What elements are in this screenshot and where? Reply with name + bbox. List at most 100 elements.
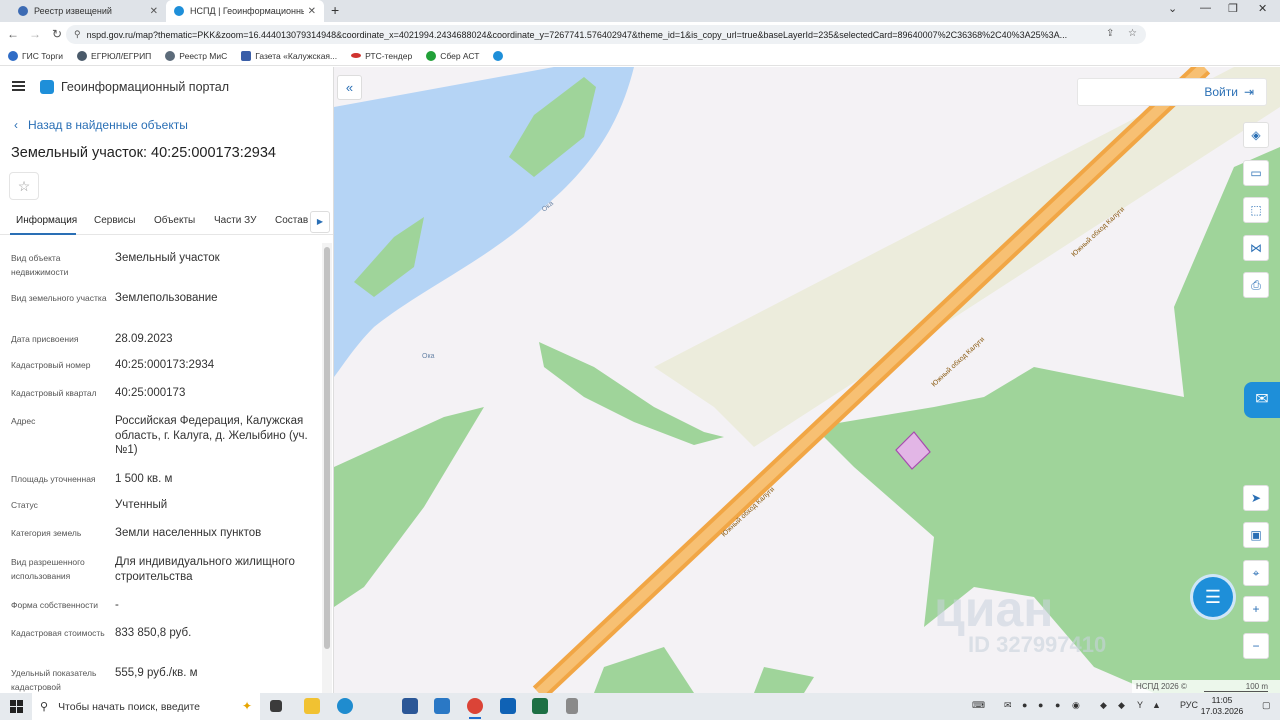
zoom-out-button[interactable]: −	[1243, 633, 1269, 659]
select-area-icon: ⬚	[1250, 203, 1262, 217]
property-label: Удельный показатель кадастровой	[11, 668, 97, 692]
property-label: Форма собственности	[11, 600, 98, 610]
back-to-results-link[interactable]: ‹ Назад в найденные объекты	[14, 118, 188, 132]
tab-search-icon[interactable]: ⌄	[1168, 2, 1177, 15]
tray-app-icon[interactable]: ◆	[1100, 700, 1107, 711]
task-view-icon[interactable]	[270, 700, 282, 712]
url-field[interactable]: ⚲ nspd.gov.ru/map?thematic=PKK&zoom=16.4…	[66, 25, 1146, 44]
close-tab-icon[interactable]: ✕	[308, 6, 316, 17]
outlook-icon[interactable]	[500, 698, 516, 714]
tray-app-icon[interactable]: ◆	[1118, 700, 1125, 711]
word-icon[interactable]	[402, 698, 418, 714]
nspd-favicon-icon	[174, 6, 184, 16]
taskbar-search[interactable]: ⚲ Чтобы начать поиск, введите ✦	[32, 693, 260, 720]
favorite-button[interactable]: ☆	[9, 172, 39, 200]
collapse-panel-button[interactable]: «	[337, 75, 362, 100]
chat-widget-button[interactable]: ☰	[1193, 577, 1233, 617]
login-button[interactable]: Войти ⇥	[1204, 85, 1254, 99]
tray-app-icon[interactable]: ◉	[1072, 700, 1080, 711]
locate-button[interactable]: ⌖	[1243, 560, 1269, 586]
back-arrow-icon[interactable]: ←	[4, 27, 22, 41]
bookmark-rts[interactable]: РТС-тендер	[351, 51, 412, 61]
measure-button[interactable]: ▭	[1243, 160, 1269, 186]
feedback-badge[interactable]: ✉	[1244, 382, 1280, 418]
print-button[interactable]: ⎙	[1243, 272, 1269, 298]
active-tab-indicator	[10, 233, 76, 235]
taskbar-clock[interactable]: 11:05 17.03.2026	[1200, 695, 1244, 717]
bookmark-reestr-mis[interactable]: Реестр МиС	[165, 50, 227, 61]
bookmark-star-icon[interactable]: ☆	[1128, 28, 1137, 39]
layers-button[interactable]: ◈	[1243, 122, 1269, 148]
bookmark-gis-torgi[interactable]: ГИС Торги	[8, 50, 64, 61]
property-label: Вид объекта недвижимости	[11, 253, 69, 277]
panel-scrollbar-thumb[interactable]	[324, 247, 330, 649]
tab-services[interactable]: Сервисы	[94, 215, 135, 226]
tray-yandex-icon[interactable]: Y	[1137, 700, 1143, 710]
zoom-in-button[interactable]: +	[1243, 596, 1269, 622]
chrome-icon[interactable]	[467, 698, 483, 719]
search-icon: ⚲	[40, 701, 49, 713]
chevron-left-icon: ‹	[14, 118, 18, 132]
property-value: 40:25:000173	[115, 387, 186, 399]
forward-arrow-icon[interactable]: →	[26, 27, 44, 41]
select-area-button[interactable]: ⬚	[1243, 197, 1269, 223]
tab-info[interactable]: Информация	[16, 215, 77, 226]
tray-keyboard-icon[interactable]: ⌨	[972, 700, 985, 711]
notifications-icon[interactable]: ▢	[1262, 700, 1271, 711]
chat-icon: ✉	[1255, 391, 1269, 408]
hamburger-menu-icon[interactable]	[12, 81, 25, 91]
reload-icon[interactable]: ↻	[48, 27, 66, 41]
property-value: Для индивидуального жилищного строительс…	[115, 556, 295, 583]
minimize-icon[interactable]: —	[1200, 2, 1211, 14]
taskbar: ⚲ Чтобы начать поиск, введите ✦ ⌨ ✉ ● ● …	[0, 693, 1280, 720]
browser-tab-nspd[interactable]: НСПД | Геоинформационный п ✕	[166, 0, 324, 22]
info-tabs: Информация Сервисы Объекты Части ЗУ Сост…	[0, 209, 333, 235]
restore-icon[interactable]: ❐	[1228, 2, 1238, 15]
bookmark-label: ГИС Торги	[22, 50, 64, 61]
document-icon[interactable]	[566, 698, 578, 714]
tab-composition[interactable]: Состав	[275, 215, 308, 226]
browser-tab-registry[interactable]: Реестр извещений ✕	[10, 0, 166, 22]
bookmark-label: Газета «Калужская...	[255, 50, 338, 61]
bookmark-label: Сбер АСТ	[440, 50, 480, 61]
tray-app-icon[interactable]: ●	[1038, 700, 1043, 710]
bookmark-nspd[interactable]	[493, 50, 507, 61]
property-value: 833 850,8 руб.	[115, 627, 192, 639]
property-label: Статус	[11, 500, 38, 510]
chat-bubble-icon: ☰	[1204, 587, 1222, 607]
copyright-text: НСПД 2026 ©	[1136, 682, 1187, 691]
tray-chat-icon[interactable]: ✉	[1004, 700, 1012, 711]
site-info-icon[interactable]: ⚲	[74, 29, 81, 40]
tray-app-icon[interactable]: ●	[1055, 700, 1060, 710]
file-explorer-icon[interactable]	[304, 698, 320, 714]
share-button[interactable]: ⋈	[1243, 235, 1269, 261]
bookmark-gazeta[interactable]: Газета «Калужская...	[241, 50, 338, 61]
bookmark-egrul[interactable]: ЕГРЮЛ/ЕГРИП	[77, 50, 151, 61]
browser-tab-strip: Реестр извещений ✕ НСПД | Геоинформацион…	[0, 0, 1280, 22]
tray-network-icon[interactable]: ▲	[1152, 700, 1161, 710]
minimap-button[interactable]: ▣	[1243, 522, 1269, 548]
bookmark-sber-ast[interactable]: Сбер АСТ	[426, 50, 480, 61]
property-label: Кадастровый квартал	[11, 388, 97, 398]
share-page-icon[interactable]: ⇪	[1106, 28, 1114, 39]
windows-start-icon[interactable]	[10, 700, 23, 713]
property-label: Площадь уточненная	[11, 474, 96, 484]
edge-icon[interactable]	[337, 698, 353, 714]
close-window-icon[interactable]: ✕	[1258, 2, 1267, 15]
object-info-panel: Геоинформационный портал ‹ Назад в найде…	[0, 67, 334, 693]
tab-objects[interactable]: Объекты	[154, 215, 195, 226]
minus-icon: −	[1252, 639, 1260, 653]
close-tab-icon[interactable]: ✕	[150, 6, 158, 17]
tray-app-icon[interactable]: ●	[1022, 700, 1027, 710]
mail-icon[interactable]	[434, 698, 450, 714]
geolocation-button[interactable]: ➤	[1243, 485, 1269, 511]
excel-icon[interactable]	[532, 698, 548, 714]
tab-parts[interactable]: Части ЗУ	[214, 215, 256, 226]
tabs-scroll-right-button[interactable]: ▶	[310, 211, 330, 233]
layers-icon: ◈	[1251, 128, 1261, 142]
new-tab-button[interactable]: +	[331, 2, 339, 18]
share-icon: ⋈	[1250, 241, 1262, 255]
map-canvas[interactable]: Ока Ока Южный обход Калуги Южный обход К…	[334, 67, 1280, 693]
portal-header: Геоинформационный портал	[0, 67, 333, 107]
language-indicator[interactable]: РУС	[1180, 700, 1198, 710]
